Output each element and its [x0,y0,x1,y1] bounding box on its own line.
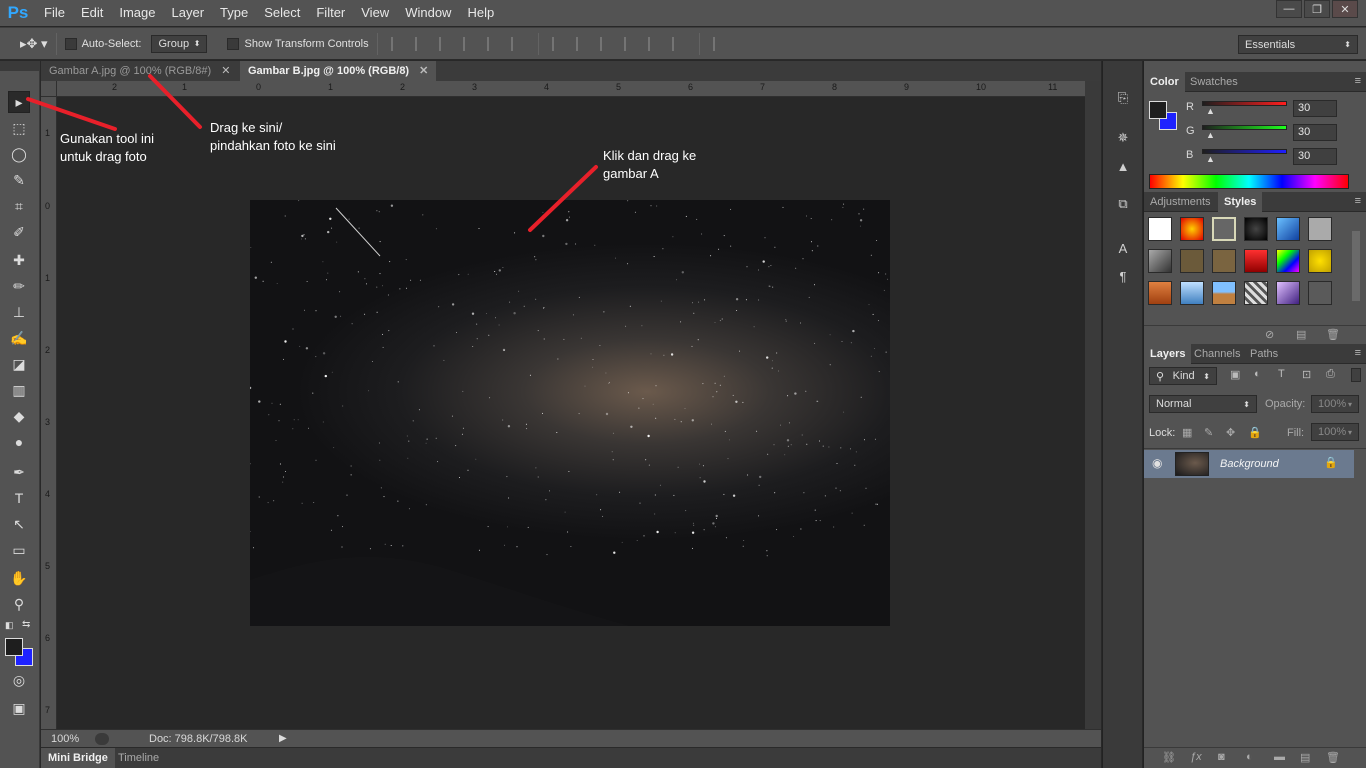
photoshop-window: Ps File Edit Image Layer Type Select Fil… [0,0,1366,768]
annotation-line: pindahkan foto ke sini [210,138,336,153]
annotation-arrows [26,74,598,232]
arrow-to-tab-a [148,74,202,129]
arrow-to-move-tool [26,97,117,131]
annotation-line: Drag ke sini/ [210,120,283,135]
annotation-line: Gunakan tool ini [60,131,154,146]
annotation-line: gambar A [603,166,659,181]
annotation-line: untuk drag foto [60,149,147,164]
annotation-tool-note: Gunakan tool ini untuk drag foto [60,130,154,166]
annotation-drag-note: Drag ke sini/ pindahkan foto ke sini [210,119,336,155]
arrow-to-canvas [528,165,598,232]
annotation-click-note: Klik dan drag ke gambar A [603,147,696,183]
annotation-line: Klik dan drag ke [603,148,697,163]
